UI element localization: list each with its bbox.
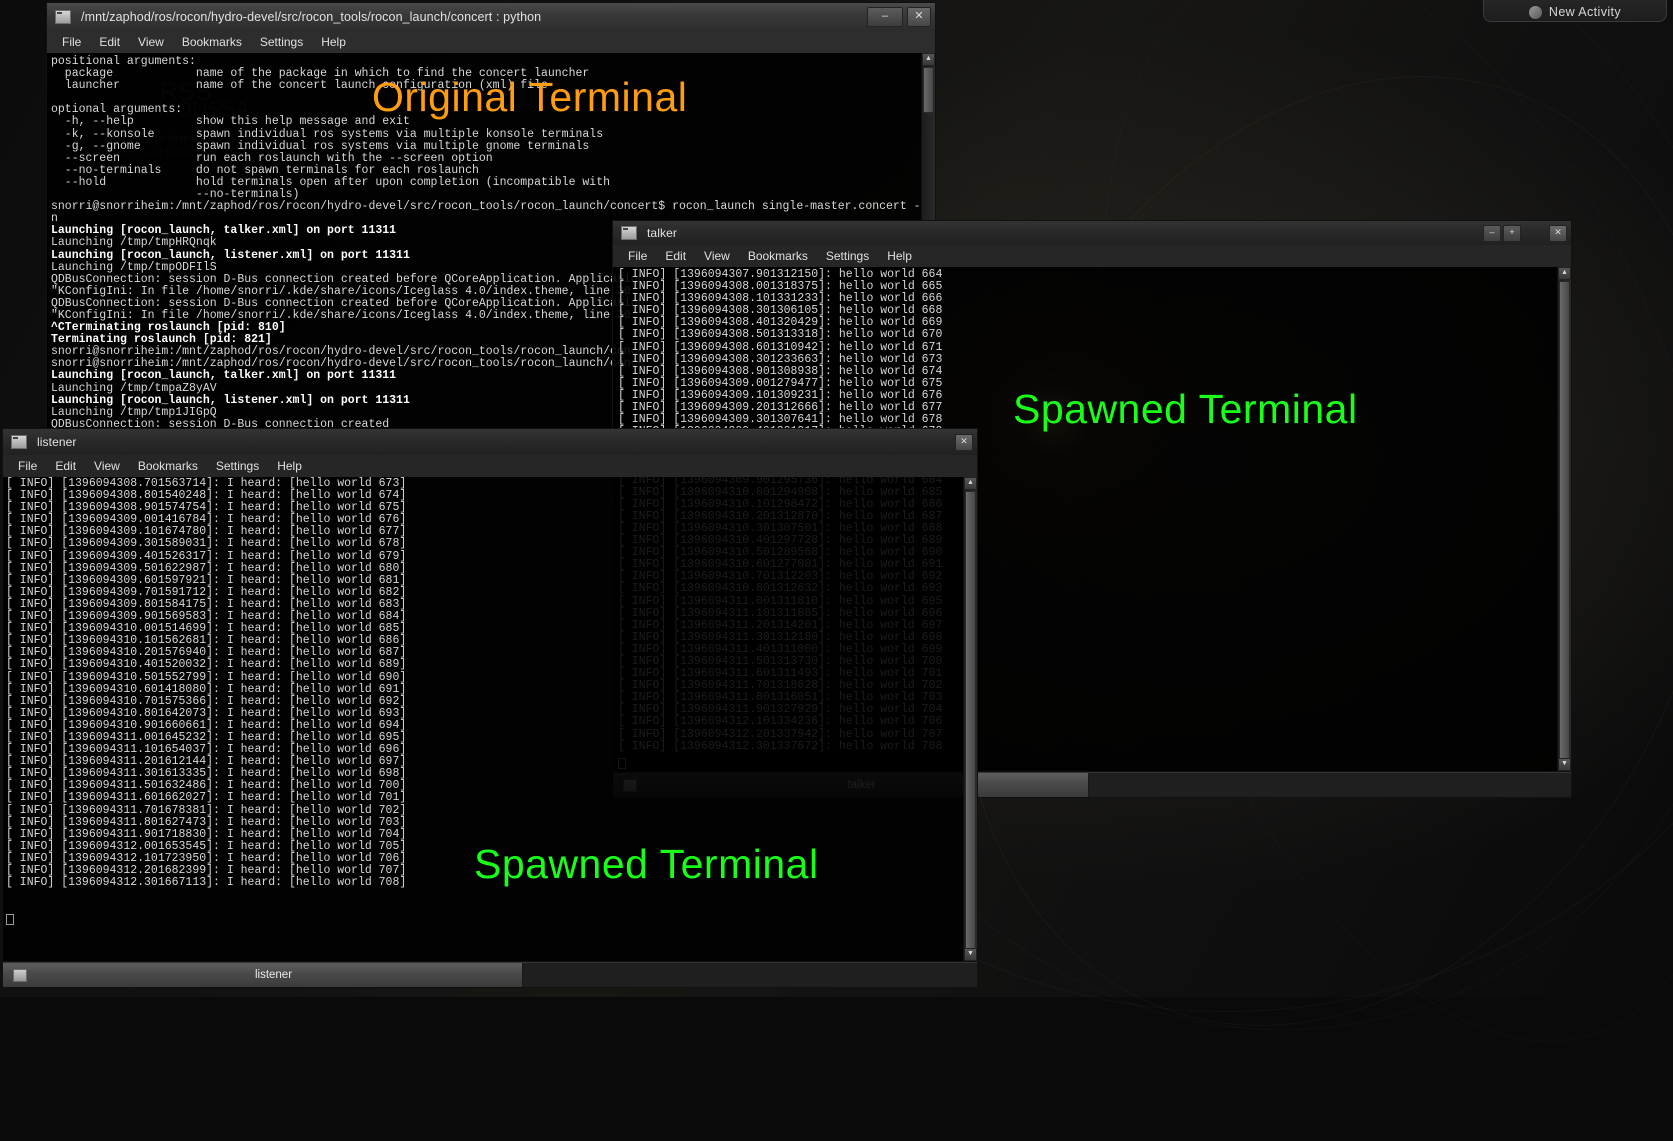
menu-file[interactable]: File: [53, 33, 90, 51]
menubar-talker[interactable]: File Edit View Bookmarks Settings Help: [612, 245, 1572, 267]
terminal-line: [51, 92, 935, 104]
terminal-icon: [11, 435, 27, 449]
terminal-line: [ INFO] [1396094308.601310942]: hello wo…: [618, 342, 1571, 354]
menu-file[interactable]: File: [9, 457, 46, 475]
titlebar-original-terminal[interactable]: /mnt/zaphod/ros/rocon/hydro-devel/src/ro…: [46, 2, 936, 31]
tabbar-empty-area: [1089, 773, 1571, 797]
scrollbar-thumb[interactable]: [965, 491, 976, 949]
terminal-line: snorri@snorriheim:/mnt/zaphod/ros/rocon/…: [51, 201, 935, 213]
menu-help[interactable]: Help: [312, 33, 355, 51]
close-button[interactable]: ✕: [955, 434, 973, 451]
titlebar-talker[interactable]: talker – + ✕: [612, 220, 1572, 245]
terminal-line: [ INFO] [1396094311.701678381]: I heard:…: [6, 805, 977, 817]
tab-label-listener: listener: [35, 969, 512, 981]
new-activity-label: New Activity: [1549, 5, 1621, 19]
minimize-button[interactable]: –: [867, 7, 903, 27]
scrollbar-thumb[interactable]: [1559, 281, 1570, 759]
menu-edit[interactable]: Edit: [90, 33, 129, 51]
terminal-line: [ INFO] [1396094310.401520032]: I heard:…: [6, 659, 977, 671]
menu-settings[interactable]: Settings: [817, 247, 878, 265]
new-activity-button[interactable]: New Activity: [1483, 0, 1667, 22]
terminal-line: -k, --konsole spawn individual ros syste…: [51, 129, 935, 141]
window-controls-talker[interactable]: – + ✕: [1483, 225, 1567, 242]
menu-view[interactable]: View: [695, 247, 739, 265]
activity-icon: [1529, 6, 1542, 19]
window-controls-original[interactable]: – ✕: [867, 7, 931, 27]
terminal-cursor-listener: [6, 914, 14, 925]
minimize-button[interactable]: –: [1483, 225, 1501, 242]
menu-edit[interactable]: Edit: [656, 247, 695, 265]
terminal-line: -g, --gnome spawn individual ros systems…: [51, 141, 935, 153]
menu-file[interactable]: File: [619, 247, 656, 265]
terminal-line: [ INFO] [1396094312.301667113]: I heard:…: [6, 877, 977, 889]
scrollbar-talker[interactable]: ▲ ▼: [1557, 267, 1571, 771]
terminal-line: -h, --help show this help message and ex…: [51, 116, 935, 128]
scroll-down-arrow[interactable]: ▼: [1558, 758, 1571, 771]
menubar-listener[interactable]: File Edit View Bookmarks Settings Help: [2, 455, 978, 477]
terminal-line: [ INFO] [1396094311.901718830]: I heard:…: [6, 829, 977, 841]
terminal-line: [ INFO] [1396094311.801627473]: I heard:…: [6, 817, 977, 829]
scroll-up-arrow[interactable]: ▲: [922, 53, 935, 66]
titlebar-listener[interactable]: listener ✕: [2, 428, 978, 455]
terminal-icon: [55, 10, 71, 24]
menu-view[interactable]: View: [85, 457, 129, 475]
tabbar-listener[interactable]: listener: [2, 962, 978, 988]
terminal-lines-listener: [ INFO] [1396094308.701563714]: I heard:…: [3, 477, 977, 889]
scroll-up-arrow[interactable]: ▲: [1558, 267, 1571, 280]
terminal-output-listener[interactable]: [ INFO] [1396094308.701563714]: I heard:…: [2, 477, 978, 962]
window-title-original: /mnt/zaphod/ros/rocon/hydro-devel/src/ro…: [81, 10, 867, 24]
close-button[interactable]: ✕: [907, 7, 931, 27]
terminal-line: [ INFO] [1396094310.501552799]: I heard:…: [6, 672, 977, 684]
terminal-line: [ INFO] [1396094311.601662027]: I heard:…: [6, 792, 977, 804]
menu-bookmarks[interactable]: Bookmarks: [173, 33, 251, 51]
menu-bookmarks[interactable]: Bookmarks: [739, 247, 817, 265]
close-button[interactable]: ✕: [1549, 225, 1567, 242]
menu-view[interactable]: View: [129, 33, 173, 51]
terminal-line: launcher name of the concert launch conf…: [51, 80, 935, 92]
terminal-line: [ INFO] [1396094310.601418080]: I heard:…: [6, 684, 977, 696]
menu-bookmarks[interactable]: Bookmarks: [129, 457, 207, 475]
scroll-up-arrow[interactable]: ▲: [964, 477, 977, 490]
menu-help[interactable]: Help: [268, 457, 311, 475]
terminal-icon: [621, 226, 637, 240]
menu-settings[interactable]: Settings: [251, 33, 312, 51]
terminal-line: [ INFO] [1396094308.501313318]: hello wo…: [618, 329, 1571, 341]
terminal-line: [ INFO] [1396094309.501622987]: I heard:…: [6, 563, 977, 575]
listener-terminal-window[interactable]: listener ✕ File Edit View Bookmarks Sett…: [2, 428, 978, 997]
scrollbar-thumb[interactable]: [923, 67, 934, 113]
terminal-icon: [13, 969, 27, 982]
menu-help[interactable]: Help: [878, 247, 921, 265]
menu-settings[interactable]: Settings: [207, 457, 268, 475]
terminal-line: [ INFO] [1396094309.401526317]: I heard:…: [6, 551, 977, 563]
scroll-down-arrow[interactable]: ▼: [964, 948, 977, 961]
window-controls-listener[interactable]: ✕: [955, 434, 973, 451]
menu-edit[interactable]: Edit: [46, 457, 85, 475]
window-title-talker: talker: [647, 226, 1483, 240]
scrollbar-listener[interactable]: ▲ ▼: [963, 477, 977, 961]
tab-listener[interactable]: listener: [3, 963, 523, 987]
tabbar-empty-area: [523, 963, 977, 987]
window-title-listener: listener: [37, 435, 955, 449]
terminal-line: [ INFO] [1396094310.701575366]: I heard:…: [6, 696, 977, 708]
menubar-original-terminal[interactable]: File Edit View Bookmarks Settings Help: [46, 31, 936, 53]
maximize-button[interactable]: +: [1503, 225, 1521, 242]
terminal-line: [ INFO] [1396094308.301233663]: hello wo…: [618, 354, 1571, 366]
terminal-line: [ INFO] [1396094309.301589031]: I heard:…: [6, 538, 977, 550]
